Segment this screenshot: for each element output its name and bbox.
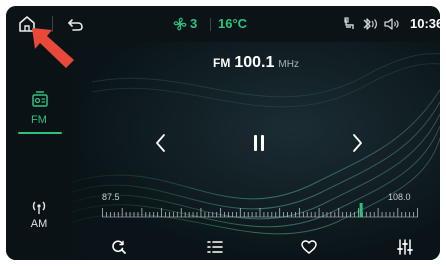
seat-icon[interactable]: [342, 17, 356, 31]
equalizer-button[interactable]: [396, 238, 414, 256]
dial-indicator[interactable]: [359, 203, 363, 217]
active-indicator: [18, 132, 62, 134]
annotation-arrow: [32, 28, 74, 68]
frequency-display: FM 100.1 MHz: [72, 54, 440, 72]
fan-level[interactable]: 3: [190, 16, 197, 31]
dial-min-label: 87.5: [102, 192, 120, 202]
search-button[interactable]: [110, 238, 128, 256]
radio-icon: [32, 91, 48, 107]
sidebar-item-am[interactable]: AM: [6, 198, 72, 238]
previous-station-button[interactable]: [152, 132, 170, 154]
bluetooth-icon: [363, 18, 377, 30]
band-label: FM: [213, 56, 231, 70]
clock: 10:36: [410, 16, 440, 31]
favorite-button[interactable]: [300, 238, 318, 256]
dial-max-label: 108.0: [388, 192, 411, 202]
temperature-readout[interactable]: 16°C: [218, 16, 247, 31]
station-list-button[interactable]: [206, 238, 224, 256]
source-sidebar: FM AM: [6, 42, 72, 260]
fan-icon[interactable]: [172, 16, 188, 32]
sidebar-item-fm[interactable]: FM: [6, 90, 72, 140]
frequency-dial[interactable]: [102, 202, 418, 218]
frequency-value: 100.1: [234, 54, 275, 71]
pause-button[interactable]: [250, 132, 268, 154]
sidebar-item-label: FM: [31, 114, 47, 126]
speaker-icon[interactable]: [383, 16, 401, 32]
frequency-unit: MHz: [278, 59, 299, 70]
sidebar-item-label: AM: [30, 218, 48, 230]
climate-separator: [210, 18, 211, 31]
radio-player: FM 100.1 MHz 87.5 108.0: [72, 42, 440, 260]
next-station-button[interactable]: [348, 132, 366, 154]
broadcast-icon: [32, 201, 46, 214]
